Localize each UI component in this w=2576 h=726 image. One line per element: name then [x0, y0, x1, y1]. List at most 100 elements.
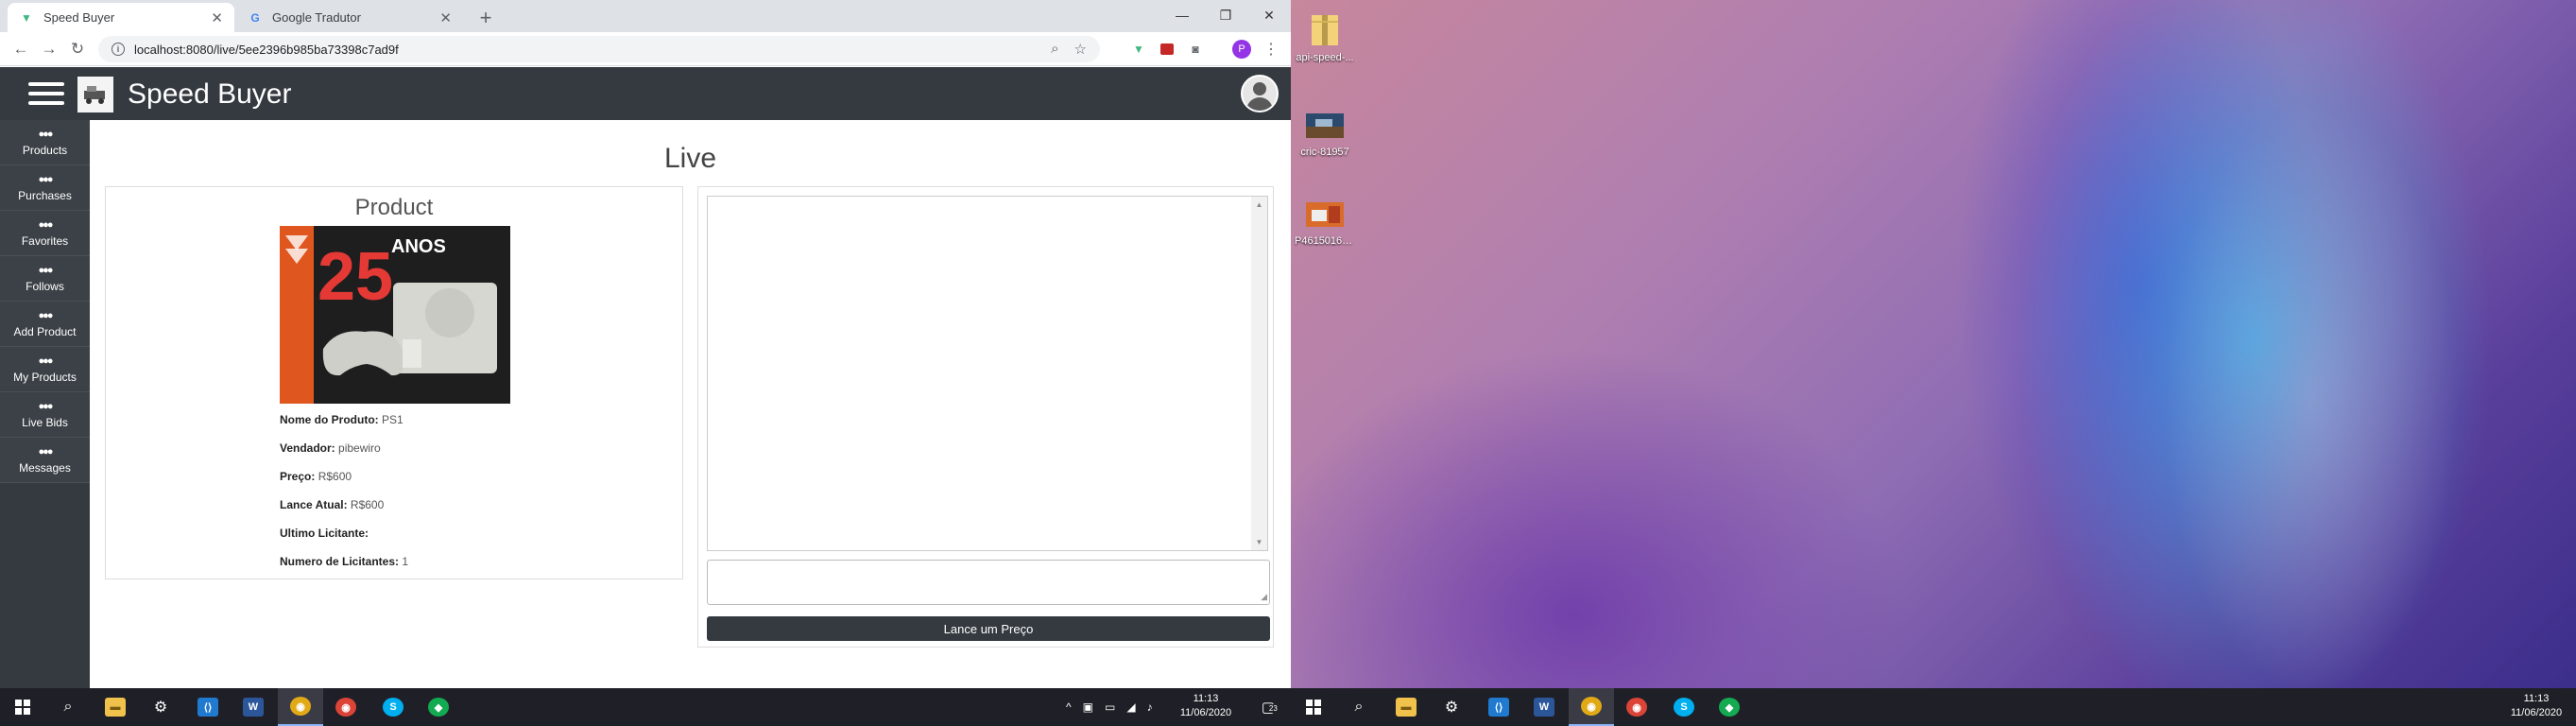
url-text: localhost:8080/live/5ee2396b985ba73398c7…	[134, 42, 399, 57]
chrome-icon[interactable]: ◉	[1569, 688, 1614, 726]
file-explorer-icon[interactable]: ▬	[93, 688, 138, 726]
close-icon[interactable]: ✕	[439, 9, 452, 26]
profile-avatar[interactable]: P	[1232, 40, 1251, 59]
product-card: Product 25 ANOS Nome do Produto: PS1 Ven…	[105, 186, 683, 579]
desktop-icon-label: api-speed-...	[1296, 52, 1354, 63]
browser-menu-icon[interactable]: ⋮	[1262, 41, 1279, 58]
close-icon[interactable]: ✕	[211, 9, 223, 26]
tab-google-tradutor[interactable]: G Google Tradutor ✕	[236, 3, 463, 32]
taskbar-left: ⌕ ▬ ⚙ ⟨⟩ W ◉ ◉ S ◆ ^ ▣ ▭ ◢ ♪ 11:13 11/06…	[0, 688, 1291, 726]
desktop-icon-label: P4615016_1...	[1295, 235, 1355, 247]
desktop-icon-image-1[interactable]: cric-81957	[1295, 106, 1355, 158]
address-bar[interactable]: i localhost:8080/live/5ee2396b985ba73398…	[98, 36, 1100, 62]
search-icon[interactable]: ⌕	[1336, 688, 1382, 726]
desktop-icon-image-2[interactable]: P4615016_1...	[1295, 195, 1355, 247]
field-price: Preço: R$600	[280, 469, 408, 497]
hamburger-menu-icon[interactable]	[28, 82, 64, 105]
sidebar-item-follows[interactable]: ●●● Follows	[0, 256, 90, 302]
taskbar-right: ⌕ ▬ ⚙ ⟨⟩ W ◉ ◉ S ◆ 11:13 11/06/2020	[1291, 688, 2576, 726]
google-translate-icon: G	[250, 10, 260, 25]
vue-devtools-icon[interactable]: ▼	[1130, 41, 1147, 58]
taskbar-clock[interactable]: 11:13 11/06/2020	[2500, 692, 2572, 720]
chrome-icon[interactable]: ◉	[323, 688, 369, 726]
sidebar-item-products[interactable]: ●●● Products	[0, 120, 90, 165]
field-value: PS1	[382, 413, 404, 426]
sidebar-item-label: Products	[22, 143, 68, 157]
clock-date: 11/06/2020	[1179, 707, 1232, 718]
file-explorer-icon[interactable]: ▬	[1383, 688, 1429, 726]
users-icon: ●●●	[38, 264, 54, 276]
word-icon[interactable]: W	[1521, 688, 1567, 726]
clock-date: 11/06/2020	[2510, 707, 2563, 718]
anniversary-word: ANOS	[391, 236, 446, 257]
scrollbar[interactable]: ▲ ▼	[1251, 197, 1267, 550]
chrome-icon[interactable]: ◉	[1614, 688, 1659, 726]
chevron-up-icon[interactable]: ^	[1066, 700, 1072, 714]
sidebar-item-live-bids[interactable]: ●●● Live Bids	[0, 392, 90, 438]
desktop-icon-folder[interactable]: api-speed-...	[1295, 11, 1355, 63]
vscode-icon[interactable]: ⟨⟩	[185, 688, 231, 726]
tab-strip: ▼ Speed Buyer ✕ G Google Tradutor ✕ + — …	[0, 0, 1291, 32]
close-window-button[interactable]: ✕	[1247, 0, 1291, 30]
resize-grip-icon[interactable]: ◢	[1261, 592, 1267, 602]
field-value: R$600	[318, 470, 352, 483]
sidebar-item-label: Messages	[19, 460, 71, 475]
bid-messages-area[interactable]: ▲ ▼	[707, 196, 1268, 551]
back-button[interactable]: ←	[8, 36, 34, 62]
system-tray: ^ ▣ ▭ ◢ ♪	[1066, 688, 1153, 726]
minimize-button[interactable]: —	[1160, 0, 1204, 30]
field-label: Nome do Produto:	[280, 413, 379, 426]
main-content: Live Product 25 ANOS Nome do Produto: PS…	[90, 120, 1291, 688]
settings-gear-icon[interactable]: ⚙	[138, 688, 183, 726]
users-icon: ●●●	[38, 309, 54, 321]
chrome-icon[interactable]: ◉	[278, 688, 323, 726]
restore-button[interactable]: ❐	[1204, 0, 1247, 30]
scroll-down-icon[interactable]: ▼	[1251, 534, 1267, 550]
notifications-icon[interactable]: ▢23	[1245, 688, 1291, 726]
users-icon: ●●●	[38, 400, 54, 412]
network-icon[interactable]: ◢	[1126, 700, 1135, 714]
search-icon[interactable]: ⌕	[45, 688, 91, 726]
battery-icon[interactable]: ▭	[1105, 700, 1115, 714]
browser-toolbar: ← → ↻ i localhost:8080/live/5ee2396b985b…	[0, 32, 1291, 66]
reload-button[interactable]: ↻	[64, 36, 91, 62]
site-info-icon[interactable]: i	[112, 43, 125, 56]
sidebar-item-label: Purchases	[18, 188, 72, 202]
zoom-icon[interactable]: ⌕	[1051, 41, 1058, 58]
sidebar-item-label: My Products	[13, 370, 77, 384]
place-bid-button[interactable]: Lance um Preço	[707, 616, 1270, 641]
scroll-up-icon[interactable]: ▲	[1251, 197, 1267, 213]
sidebar-item-purchases[interactable]: ●●● Purchases	[0, 165, 90, 211]
forward-button[interactable]: →	[36, 36, 62, 62]
settings-gear-icon[interactable]: ⚙	[1429, 688, 1474, 726]
volume-icon[interactable]: ♪	[1147, 700, 1153, 714]
bookmark-star-icon[interactable]: ☆	[1074, 41, 1087, 58]
extension-icon[interactable]	[1159, 41, 1176, 58]
start-button[interactable]	[0, 688, 45, 726]
bid-input[interactable]: ◢	[707, 560, 1270, 605]
field-label: Vendador:	[280, 441, 335, 455]
skype-icon[interactable]: S	[1661, 688, 1707, 726]
users-icon: ●●●	[38, 218, 54, 231]
sidebar-item-label: Add Product	[13, 324, 77, 338]
taskbar-clock[interactable]: 11:13 11/06/2020	[1172, 692, 1240, 720]
mongodb-compass-icon[interactable]: ◆	[416, 688, 461, 726]
sidebar-item-messages[interactable]: ●●● Messages	[0, 438, 90, 483]
sidebar-item-my-products[interactable]: ●●● My Products	[0, 347, 90, 392]
field-label: Numero de Licitantes:	[280, 555, 400, 568]
meet-now-icon[interactable]: ▣	[1083, 700, 1093, 714]
camera-icon[interactable]: ◙	[1187, 41, 1204, 58]
new-tab-button[interactable]: +	[472, 5, 499, 31]
vscode-icon[interactable]: ⟨⟩	[1476, 688, 1521, 726]
start-button[interactable]	[1291, 688, 1336, 726]
user-avatar[interactable]	[1241, 75, 1279, 112]
mongodb-compass-icon[interactable]: ◆	[1707, 688, 1752, 726]
tab-speed-buyer[interactable]: ▼ Speed Buyer ✕	[8, 3, 234, 32]
word-icon[interactable]: W	[231, 688, 276, 726]
field-label: Preço:	[280, 470, 316, 483]
sidebar-item-add-product[interactable]: ●●● Add Product	[0, 302, 90, 347]
field-label: Lance Atual:	[280, 498, 348, 511]
skype-icon[interactable]: S	[370, 688, 416, 726]
sidebar-item-favorites[interactable]: ●●● Favorites	[0, 211, 90, 256]
image-file-icon	[1306, 106, 1344, 144]
